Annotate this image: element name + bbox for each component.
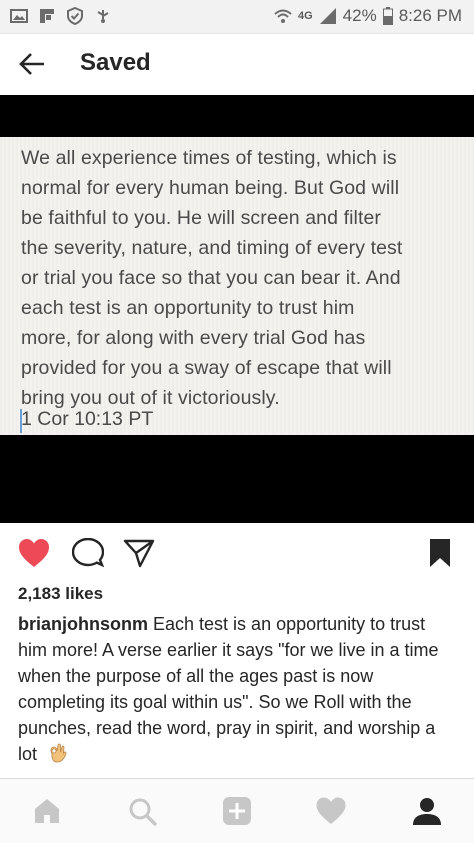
- comment-icon[interactable]: [72, 538, 104, 568]
- likes-count[interactable]: 2,183 likes: [18, 584, 103, 604]
- quote-paper: We all experience times of testing, whic…: [0, 137, 474, 435]
- post-actions: [0, 532, 474, 578]
- arrow-left-icon[interactable]: [18, 50, 46, 78]
- direct-share-icon[interactable]: [123, 538, 155, 568]
- caption-username[interactable]: brianjohnsonm: [18, 614, 148, 634]
- wifi-icon: [274, 9, 292, 23]
- quote-text: We all experience times of testing, whic…: [21, 147, 403, 409]
- status-bar: 4G 42% 8:26 PM: [0, 0, 474, 34]
- header: Saved: [0, 34, 474, 94]
- signal-icon: [319, 8, 336, 24]
- post-image[interactable]: We all experience times of testing, whic…: [0, 95, 474, 523]
- page-title: Saved: [80, 49, 151, 76]
- bookmark-icon[interactable]: [428, 538, 452, 568]
- search-icon[interactable]: [126, 795, 158, 827]
- shield-icon: [67, 7, 83, 25]
- flipboard-icon: [40, 9, 54, 23]
- battery-icon: [382, 7, 393, 25]
- post-caption: brianjohnsonm Each test is an opportunit…: [18, 611, 458, 767]
- network-type: 4G: [297, 10, 313, 22]
- battery-percent: 42%: [342, 6, 377, 25]
- heart-icon[interactable]: [18, 538, 50, 568]
- home-icon[interactable]: [31, 795, 63, 827]
- bottom-nav: [0, 778, 474, 843]
- verse-reference: 1 Cor 10:13 PT: [21, 408, 154, 430]
- usb-icon: [97, 10, 109, 23]
- image-notification-icon: [10, 9, 28, 23]
- add-post-icon[interactable]: [221, 795, 253, 827]
- clock: 8:26 PM: [398, 6, 462, 25]
- caption-text: Each test is an opportunity to trust him…: [18, 614, 439, 764]
- notification-icons: [10, 7, 112, 25]
- ok-hand-emoji: [50, 743, 67, 763]
- activity-heart-icon[interactable]: [315, 795, 347, 827]
- profile-icon[interactable]: [411, 795, 443, 827]
- system-status: 4G 42% 8:26 PM: [274, 6, 462, 26]
